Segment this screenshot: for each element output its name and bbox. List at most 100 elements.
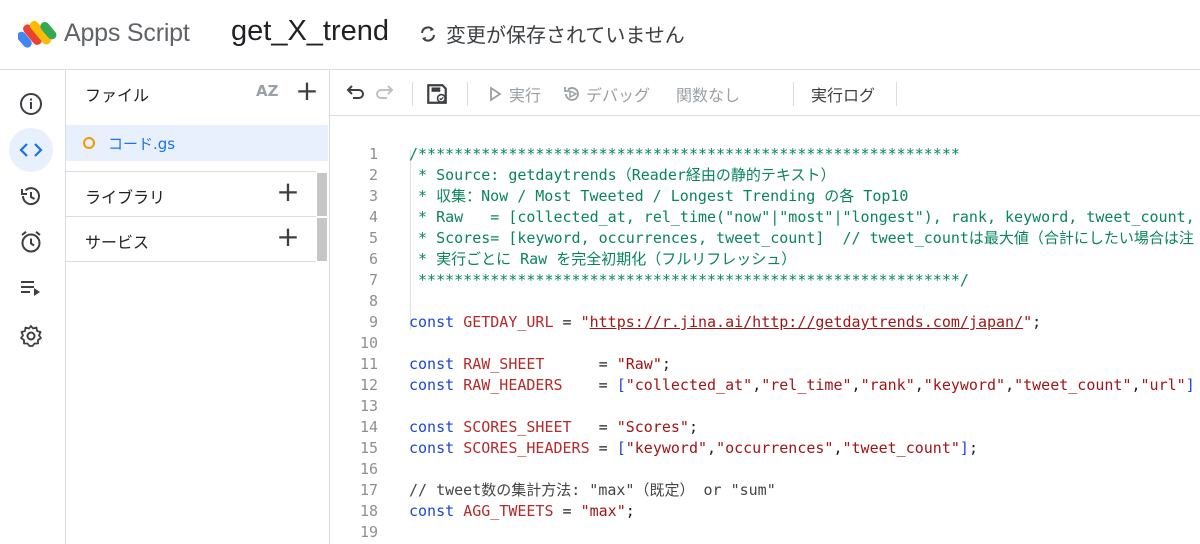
code-editor[interactable]: 1 /**************************************… (330, 116, 1200, 544)
execution-log-label: 実行ログ (811, 86, 876, 105)
code-line[interactable]: 16 (330, 459, 1200, 480)
code-line[interactable]: 11 const RAW_SHEET = "Raw"; (330, 354, 1200, 375)
editor-button[interactable] (9, 128, 53, 172)
line-code: const AGG_TWEETS = "max"; (409, 501, 635, 522)
services-label: サービス (85, 233, 150, 252)
line-number: 13 (359, 397, 378, 415)
code-token: = (553, 313, 581, 331)
code-token: // tweet数の集計方法: "max"（既定） or "sum" (409, 481, 776, 499)
code-token: "url" (1140, 376, 1186, 394)
code-token: ****************************************… (409, 271, 969, 289)
line-code: const RAW_SHEET = "Raw"; (409, 354, 671, 375)
code-token: ] (959, 439, 969, 457)
code-token: "max" (580, 502, 626, 520)
project-title[interactable]: get_X_trend (231, 15, 389, 48)
code-line[interactable]: 8 (330, 291, 1200, 312)
code-token: GETDAY_URL (463, 313, 554, 331)
save-button[interactable] (425, 82, 449, 106)
redo-button[interactable] (376, 82, 396, 102)
line-number: 11 (359, 355, 378, 373)
code-token: = (589, 439, 617, 457)
libraries-section: ライブラリ + (66, 171, 316, 217)
code-token: , (1005, 376, 1015, 394)
versions-button[interactable] (9, 174, 53, 218)
code-token: RAW_SHEET (463, 355, 545, 373)
code-line[interactable]: 13 (330, 396, 1200, 417)
code-token: = (553, 502, 581, 520)
apps-script-logo-icon[interactable] (18, 17, 58, 51)
function-select[interactable]: 関数なし (676, 82, 740, 106)
line-number: 12 (359, 376, 378, 394)
files-panel: ファイル AZ + コード.gs ライブラリ + サービス + (66, 70, 330, 544)
code-token: * Raw = [collected_at, rel_time("now"|"m… (409, 208, 1200, 226)
line-number: 3 (368, 187, 378, 205)
code-token: "keyword" (923, 376, 1006, 394)
code-line[interactable]: 4 * Raw = [collected_at, rel_time("now"|… (330, 207, 1200, 228)
code-line[interactable]: 9 const GETDAY_URL = "https://r.jina.ai/h… (330, 312, 1200, 333)
libraries-label: ライブラリ (85, 188, 166, 207)
code-token: * Source: getdaytrends（Reader経由の静的テキスト） (409, 166, 836, 184)
add-library-button[interactable]: + (275, 178, 301, 207)
code-line[interactable]: 1 /**************************************… (330, 144, 1200, 165)
file-item[interactable]: コード.gs (66, 125, 328, 161)
code-token: = (544, 355, 617, 373)
code-line[interactable]: 2 * Source: getdaytrends（Reader経由の静的テキスト… (330, 165, 1200, 186)
code-icon (19, 143, 43, 157)
code-token: ; (661, 355, 671, 373)
project-settings-button[interactable] (9, 314, 53, 358)
add-file-button[interactable]: + (294, 77, 320, 106)
undo-button[interactable] (344, 82, 364, 102)
code-token: AGG_TWEETS (463, 502, 554, 520)
line-code: * Raw = [collected_at, rel_time("now"|"m… (409, 207, 1200, 228)
code-line[interactable]: 7 **************************************… (330, 270, 1200, 291)
line-number: 16 (359, 460, 378, 478)
code-token: " (580, 313, 590, 331)
overview-button[interactable] (9, 82, 53, 126)
services-section: サービス + (66, 216, 316, 262)
code-line[interactable]: 5 * Scores= [keyword, occurrences, tweet… (330, 228, 1200, 249)
code-token: "tweet_count" (1014, 376, 1132, 394)
code-line[interactable]: 12 const RAW_HEADERS = ["collected_at","r… (330, 375, 1200, 396)
libraries-scrollbar[interactable] (317, 173, 327, 216)
line-number: 9 (368, 313, 378, 331)
code-token: ; (625, 502, 635, 520)
line-code: * 収集：Now / Most Tweeted / Longest Trendi… (409, 186, 908, 207)
debug-button[interactable]: デバッグ (562, 82, 650, 106)
play-icon (490, 86, 502, 102)
line-code: const RAW_HEADERS = ["collected_at","rel… (409, 375, 1195, 396)
code-line[interactable]: 6 * 実行ごとに Raw を完全初期化（フルリフレッシュ） (330, 249, 1200, 270)
line-number: 14 (359, 418, 378, 436)
services-scrollbar[interactable] (317, 218, 327, 261)
code-token: RAW_HEADERS (463, 376, 563, 394)
line-code: const SCORES_SHEET = "Scores"; (409, 417, 698, 438)
toolbar-divider (896, 82, 897, 106)
code-line[interactable]: 15 const SCORES_HEADERS = ["keyword","occ… (330, 438, 1200, 459)
sort-files-button[interactable]: AZ (256, 82, 282, 100)
toolbar-divider (793, 82, 794, 106)
code-line[interactable]: 17 // tweet数の集計方法: "max"（既定） or "sum" (330, 480, 1200, 501)
code-line[interactable]: 3 * 収集：Now / Most Tweeted / Longest Tren… (330, 186, 1200, 207)
code-token: , (707, 439, 717, 457)
code-token: const (409, 355, 464, 373)
code-line[interactable]: 14 const SCORES_SHEET = "Scores"; (330, 417, 1200, 438)
code-token: const (409, 376, 464, 394)
add-service-button[interactable]: + (275, 223, 301, 252)
code-line[interactable]: 18 const AGG_TWEETS = "max"; (330, 501, 1200, 522)
code-line[interactable]: 10 (330, 333, 1200, 354)
code-token: " (1023, 313, 1033, 331)
code-line[interactable]: 19 (330, 522, 1200, 543)
code-token: , (833, 439, 843, 457)
code-token: = (571, 418, 617, 436)
execution-log-button[interactable]: 実行ログ (811, 82, 875, 106)
line-code: * Source: getdaytrends（Reader経由の静的テキスト） (409, 165, 835, 186)
sync-icon (421, 26, 435, 41)
debug-label: デバッグ (586, 86, 651, 105)
line-number: 1 (368, 145, 378, 163)
code-token: "tweet_count" (842, 439, 960, 457)
executions-button[interactable] (9, 266, 53, 310)
line-number: 18 (359, 502, 378, 520)
toolbar-divider (467, 82, 468, 106)
triggers-button[interactable] (9, 220, 53, 264)
code-token: * 収集：Now / Most Tweeted / Longest Trendi… (409, 187, 909, 205)
run-button[interactable]: 実行 (485, 82, 541, 106)
